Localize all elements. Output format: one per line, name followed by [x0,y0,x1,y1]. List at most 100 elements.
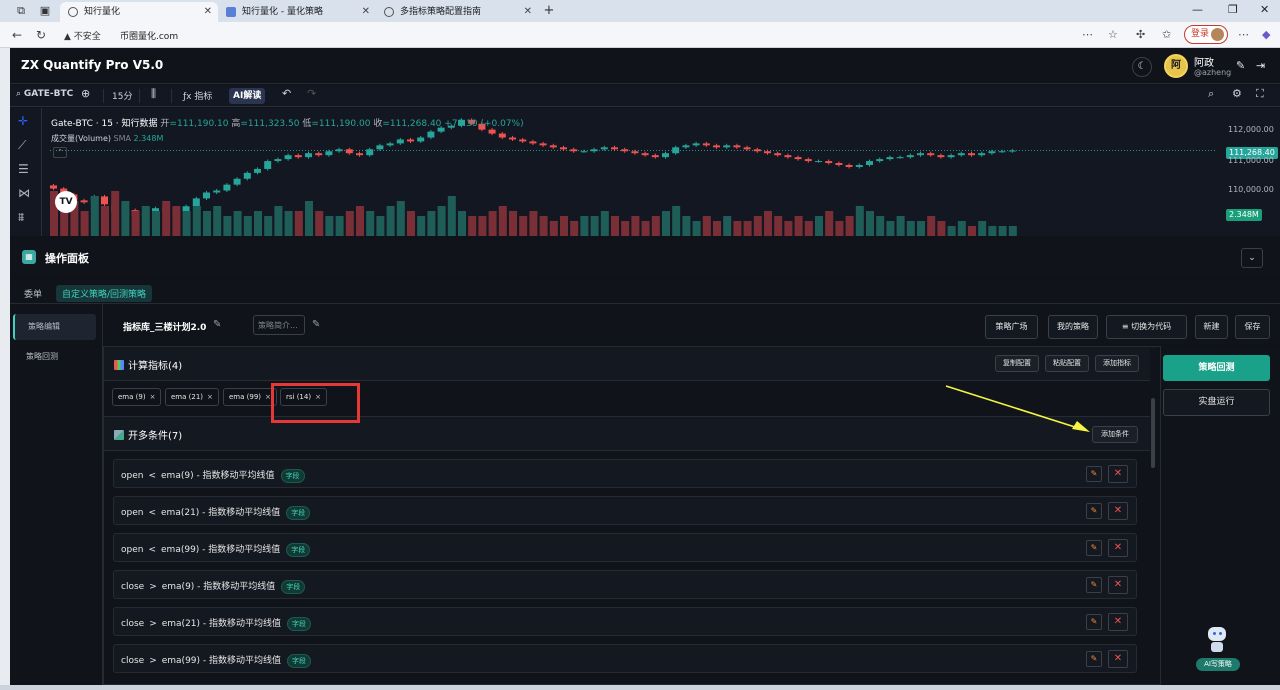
pattern-icon[interactable]: ⋈ [18,186,30,200]
robot-icon[interactable] [1206,625,1228,655]
browser-tab-3[interactable]: 多指标策略配置指南 ✕ [376,2,538,22]
edit-condition-icon[interactable]: ✎ [1086,614,1102,630]
delete-condition-icon[interactable]: ✕ [1108,650,1128,668]
tab-orders[interactable]: 委单 [18,285,48,302]
edit-condition-icon[interactable]: ✎ [1086,466,1102,482]
tradingview-logo[interactable]: TV [55,191,77,213]
back-icon[interactable]: ← [12,28,22,42]
volume-bar [203,211,211,236]
edit-condition-icon[interactable]: ✎ [1086,651,1102,667]
close-tab-icon[interactable]: ✕ [204,2,212,22]
interval-button[interactable]: 15分 [112,89,132,102]
candle-style-icon[interactable]: ⫼ [151,87,156,101]
nav-strategy-edit[interactable]: 策略编辑 [13,314,96,340]
nav-strategy-backtest[interactable]: 策略回测 [13,344,96,370]
volume-bar [549,221,558,236]
live-run-button[interactable]: 实盘运行 [1163,389,1270,416]
restore-icon[interactable]: ❐ [1228,3,1238,16]
run-backtest-button[interactable]: 策略回测 [1163,355,1270,381]
copy-config-button[interactable]: 复制配置 [995,355,1039,372]
collapse-legend-icon[interactable]: ⌃ [53,147,67,158]
browser-tab-1[interactable]: 知行量化 ✕ [60,2,218,22]
condition-row[interactable]: open < ema(99) - 指数移动平均线值 字段 ✎ ✕ [113,533,1137,562]
browser-tab-2[interactable]: 知行量化 - 量化策略 ✕ [218,2,376,22]
robot-body [1211,642,1223,652]
more-tools-icon[interactable]: ⋯ [1082,28,1093,41]
edit-condition-icon[interactable]: ✎ [1086,503,1102,519]
tab-custom-strategy[interactable]: 自定义策略/回测策略 [56,285,153,302]
condition-row[interactable]: close > ema(21) - 指数移动平均线值 字段 ✎ ✕ [113,607,1137,636]
paste-config-button[interactable]: 粘贴配置 [1045,355,1089,372]
extensions-icon[interactable]: ✣ [1136,28,1145,41]
delete-condition-icon[interactable]: ✕ [1108,465,1128,483]
tab-actions-icon[interactable]: ▣ [38,4,52,18]
trend-line-icon[interactable]: ⟋ [18,138,26,153]
copilot-icon[interactable]: ◆ [1262,28,1270,41]
close-tab-icon[interactable]: ✕ [362,2,370,22]
undo-icon[interactable]: ↶ [282,87,291,100]
compare-add-icon[interactable]: ⊕ [81,87,90,100]
redo-icon[interactable]: ↷ [307,87,316,100]
volume-bar [733,221,742,236]
indicator-chip[interactable]: ema (9) × [112,388,162,406]
menu-dots-icon[interactable]: ⋯ [1238,28,1249,41]
reload-icon[interactable]: ↻ [36,28,46,42]
volume-name: 成交量(Volume) [51,134,111,143]
remove-chip-icon[interactable]: × [150,393,156,401]
volume-bar [560,216,568,236]
measure-icon[interactable]: ⩩ [18,210,24,225]
edit-condition-icon[interactable]: ✎ [1086,577,1102,593]
quick-search-icon[interactable]: ⌕ [1208,87,1214,101]
ai-write-strategy-button[interactable]: AI写策略 [1196,658,1240,671]
close-tab-icon[interactable]: ✕ [524,2,532,22]
app-title: ZX Quantify Pro V5.0 [21,58,164,72]
login-button[interactable]: 登录 [1184,25,1228,44]
panel-collapse-button[interactable]: ⌄ [1241,248,1263,268]
close-window-icon[interactable]: ✕ [1260,3,1269,16]
delete-condition-icon[interactable]: ✕ [1108,613,1128,631]
ai-analysis-button[interactable]: AI解读 [229,88,266,104]
insecure-warning[interactable]: ▲ 不安全 [64,29,101,42]
workspaces-icon[interactable]: ⧉ [14,4,28,18]
edit-condition-icon[interactable]: ✎ [1086,540,1102,556]
logout-icon[interactable]: ⇥ [1256,59,1265,72]
indicator-chip[interactable]: ema (99) × [223,388,277,406]
condition-row[interactable]: open < ema(9) - 指数移动平均线值 字段 ✎ ✕ [113,459,1137,488]
add-indicator-button[interactable]: 添加指标 [1095,355,1139,372]
address-bar[interactable]: ▲ 不安全 币圈量化.com [56,25,1096,45]
edit-name-icon[interactable]: ✎ [213,319,221,330]
minimize-icon[interactable]: — [1192,3,1203,16]
crosshair-icon[interactable]: ✛ [18,114,28,128]
condition-row[interactable]: open < ema(21) - 指数移动平均线值 字段 ✎ ✕ [113,496,1137,525]
user-avatar[interactable]: 阿 [1164,54,1188,78]
fib-retracement-icon[interactable]: ☰ [18,162,29,176]
favorite-star-icon[interactable]: ☆ [1108,28,1118,41]
strategy-square-button[interactable]: 策略广场 [985,315,1038,339]
strategy-desc-input[interactable]: 策略简介... [253,315,305,335]
fullscreen-icon[interactable]: ⛶ [1256,87,1264,101]
volume-bar [90,196,99,236]
remove-chip-icon[interactable]: × [207,393,213,401]
delete-condition-icon[interactable]: ✕ [1108,576,1128,594]
remove-chip-icon[interactable]: × [265,393,271,401]
edit-icon[interactable]: ✎ [1236,59,1245,72]
editor-scrollbar-thumb[interactable] [1151,398,1155,468]
condition-row[interactable]: close > ema(9) - 指数移动平均线值 字段 ✎ ✕ [113,570,1137,599]
new-button[interactable]: 新建 [1195,315,1228,339]
settings-gear-icon[interactable]: ⚙ [1232,87,1242,100]
switch-to-code-button[interactable]: ≡ 切换为代码 [1106,315,1187,339]
indicator-chip[interactable]: ema (21) × [165,388,219,406]
delete-condition-icon[interactable]: ✕ [1108,502,1128,520]
edit-desc-icon[interactable]: ✎ [312,319,320,330]
candle-body [988,151,996,154]
delete-condition-icon[interactable]: ✕ [1108,539,1128,557]
dark-mode-icon[interactable]: ☾ [1132,57,1152,77]
new-tab-icon[interactable]: + [542,4,556,18]
app-window: ZX Quantify Pro V5.0 ☾ 阿 阿政 @azheng ✎ ⇥ … [10,48,1280,685]
symbol-search[interactable]: ⌕ GATE-BTC [16,89,73,99]
condition-row[interactable]: close > ema(99) - 指数移动平均线值 字段 ✎ ✕ [113,644,1137,673]
favorites-icon[interactable]: ✩ [1162,28,1171,41]
save-button[interactable]: 保存 [1235,315,1270,339]
indicators-button[interactable]: ƒx 指标 [183,89,212,102]
my-strategy-button[interactable]: 我的策略 [1048,315,1098,339]
